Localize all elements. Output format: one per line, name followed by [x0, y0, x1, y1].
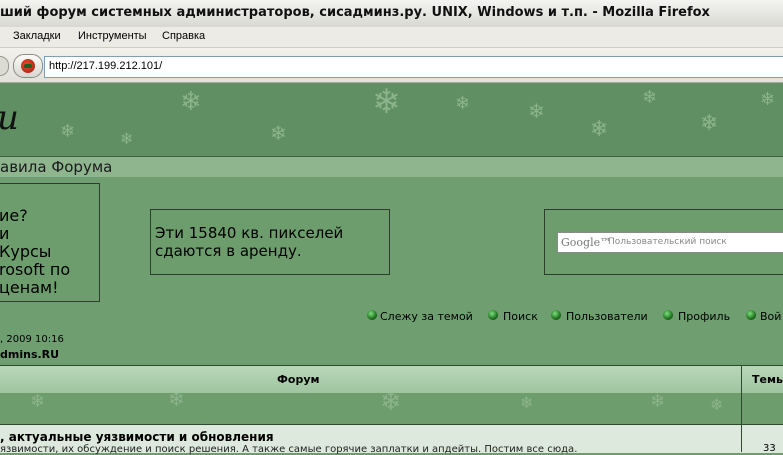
- snowflake-icon: ❄: [700, 111, 719, 136]
- profile-icon: [663, 310, 673, 320]
- column-header-forum: Форум: [277, 373, 320, 386]
- address-bar[interactable]: http://217.199.212.101/: [44, 56, 783, 78]
- ad-text-line: и: [0, 224, 10, 243]
- ad-space-banner[interactable]: Эти 15840 кв. пикселей сдаются в аренду.: [150, 209, 390, 275]
- column-header-topics: Темы: [752, 373, 783, 386]
- forum-category-row: ❄ ❄ ❄ ❄ ❄ ❄: [0, 393, 783, 423]
- snowflake-icon: ❄: [120, 129, 134, 148]
- forum-title-link[interactable]: , актуальные уязвимости и обновления: [0, 430, 274, 444]
- snowflake-icon: ❄: [270, 121, 287, 145]
- window-titlebar: ший форум системных администраторов, сис…: [0, 0, 783, 28]
- ad-text-line: Эти 15840 кв. пикселей: [155, 224, 344, 242]
- forum-header-banner: ❄ ❄ ❄ ❄ ❄ ❄ ❄ ❄ ❄ ❄ ❄: [0, 83, 783, 156]
- snowflake-icon: ❄: [380, 393, 402, 417]
- watch-icon: [367, 310, 377, 320]
- menu-bar: Закладки Инструменты Справка: [0, 27, 783, 48]
- snowflake-icon: ❄: [455, 93, 471, 114]
- site-identity-button[interactable]: [13, 54, 43, 78]
- left-ad-banner[interactable]: ие? и Курсы rosoft по ценам!: [0, 183, 100, 302]
- current-date: , 2009 10:16: [0, 334, 64, 345]
- menu-tools[interactable]: Инструменты: [78, 30, 147, 42]
- snowflake-icon: ❄: [520, 393, 534, 412]
- forum-rules-link[interactable]: авила Форума: [0, 158, 112, 176]
- snowflake-icon: ❄: [180, 87, 202, 117]
- forum-description: язвимости, их обсуждение и поиск решения…: [0, 444, 578, 455]
- ad-text-line: сдаются в аренду.: [155, 242, 302, 260]
- nav-login[interactable]: Вой: [760, 310, 781, 323]
- snowflake-icon: ❄: [760, 89, 776, 110]
- snowflake-icon: ❄: [168, 393, 185, 411]
- search-placeholder: Пользовательский поиск: [608, 237, 727, 247]
- users-icon: [551, 310, 561, 320]
- nav-search[interactable]: Поиск: [503, 310, 538, 323]
- search-icon: [488, 310, 498, 320]
- nav-users[interactable]: Пользователи: [566, 310, 648, 323]
- nav-watched-topics[interactable]: Слежу за темой: [380, 310, 473, 323]
- forum-rules-bar: авила Форума: [0, 156, 783, 178]
- forum-table-header: Форум Темы: [0, 365, 783, 394]
- menu-bookmarks[interactable]: Закладки: [13, 30, 61, 42]
- site-favicon-icon: [21, 59, 35, 73]
- snowflake-icon: ❄: [650, 393, 666, 412]
- ad-text-line: ценам!: [0, 278, 59, 297]
- forum-logo[interactable]: u: [0, 98, 19, 138]
- snowflake-icon: ❄: [710, 395, 724, 414]
- snowflake-icon: ❄: [528, 99, 545, 123]
- ad-text-line: rosoft по: [0, 260, 71, 279]
- site-name-link[interactable]: dmins.RU: [0, 348, 59, 361]
- snowflake-icon: ❄: [372, 83, 401, 122]
- ad-text-line: ие?: [0, 206, 28, 225]
- snowflake-icon: ❄: [642, 87, 658, 108]
- ad-text-line: Курсы: [0, 242, 52, 261]
- forum-topic-count: 33: [763, 443, 776, 454]
- address-bar-url: http://217.199.212.101/: [49, 60, 163, 72]
- login-icon: [746, 310, 756, 320]
- snowflake-icon: ❄: [60, 121, 76, 142]
- google-logo: Google™: [561, 236, 612, 249]
- menu-help[interactable]: Справка: [162, 30, 205, 42]
- window-title: ший форум системных администраторов, сис…: [0, 5, 710, 20]
- nav-profile[interactable]: Профиль: [678, 310, 730, 323]
- snowflake-icon: ❄: [30, 393, 46, 412]
- snowflake-icon: ❄: [590, 117, 609, 142]
- column-divider: [741, 365, 742, 452]
